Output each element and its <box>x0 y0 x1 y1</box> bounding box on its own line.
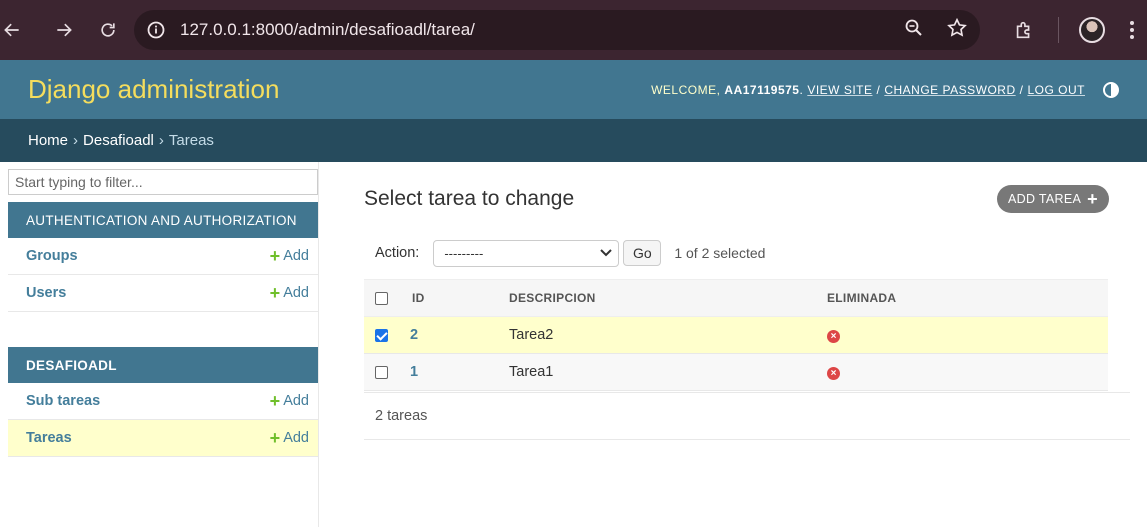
row-id-link[interactable]: 1 <box>410 364 418 380</box>
welcome-text: WELCOME, <box>651 82 721 97</box>
site-header: Django administration WELCOME, AA1711957… <box>0 60 1147 119</box>
plus-icon: + <box>1087 188 1098 209</box>
plus-icon: + <box>269 428 281 448</box>
add-tarea-button[interactable]: ADD TAREA + <box>997 185 1109 213</box>
column-header-id[interactable]: ID <box>399 280 509 317</box>
go-button[interactable]: Go <box>623 240 662 266</box>
plus-icon: + <box>269 391 281 411</box>
id-cell: 2 <box>399 317 509 354</box>
add-link[interactable]: + Add <box>270 284 309 302</box>
add-label[interactable]: Add <box>283 393 309 409</box>
descripcion-cell: Tarea2 <box>509 327 554 343</box>
sidebar-item-sub-tareas: Sub tareas + Add <box>8 383 318 420</box>
info-icon[interactable] <box>136 20 176 40</box>
sidebar-item-label[interactable]: Tareas <box>26 430 72 446</box>
action-label: Action: <box>375 245 420 261</box>
column-header-descripcion[interactable]: DESCRIPCION <box>509 280 827 317</box>
extensions-icon[interactable] <box>998 19 1050 41</box>
row-checkbox-cell <box>364 317 399 354</box>
separator: / <box>1019 82 1024 97</box>
user-tools: WELCOME, AA17119575. VIEW SITE / CHANGE … <box>651 81 1119 98</box>
module-caption[interactable]: AUTHENTICATION AND AUTHORIZATION <box>8 202 318 238</box>
breadcrumb-current: Tareas <box>168 132 214 149</box>
site-brand[interactable]: Django administration <box>28 74 279 105</box>
row-id-link[interactable]: 2 <box>410 327 418 343</box>
column-header-eliminada[interactable]: ELIMINADA <box>827 280 1108 317</box>
eliminada-cell: × <box>827 354 1108 391</box>
reload-icon[interactable] <box>86 0 130 60</box>
add-link[interactable]: + Add <box>270 429 309 447</box>
menu-icon[interactable] <box>1117 20 1147 40</box>
module-auth: AUTHENTICATION AND AUTHORIZATION Groups … <box>8 202 318 312</box>
table-row[interactable]: 2 Tarea2 × <box>364 316 1108 354</box>
result-table: ID DESCRIPCION ELIMINADA 2 Tarea2 × 1 Ta… <box>364 279 1108 391</box>
eliminada-cell: × <box>827 317 1108 354</box>
chevron-down-icon <box>600 249 613 257</box>
selected-count: 1 of 2 selected <box>674 245 766 261</box>
module-caption[interactable]: DESAFIOADL <box>8 347 318 383</box>
profile-avatar[interactable] <box>1079 17 1105 43</box>
browser-toolbar: 127.0.0.1:8000/admin/desafioadl/tarea/ <box>0 0 1147 60</box>
forward-icon[interactable] <box>42 0 86 60</box>
select-all-cell <box>364 280 399 317</box>
username: AA17119575 <box>724 82 800 97</box>
content-main: Select tarea to change ADD TAREA + Actio… <box>319 162 1147 527</box>
false-icon: × <box>827 330 840 343</box>
url-text[interactable]: 127.0.0.1:8000/admin/desafioadl/tarea/ <box>180 20 475 40</box>
theme-toggle-icon[interactable] <box>1103 81 1119 98</box>
row-checkbox[interactable] <box>375 328 388 342</box>
sidebar-item-tareas: Tareas + Add <box>8 420 318 457</box>
table-header-row: ID DESCRIPCION ELIMINADA <box>364 279 1108 317</box>
sidebar-item-users: Users + Add <box>8 275 318 312</box>
add-label[interactable]: Add <box>283 285 309 301</box>
id-cell: 1 <box>399 354 509 391</box>
breadcrumb-home[interactable]: Home <box>28 132 68 149</box>
action-selected-value: --------- <box>444 245 484 261</box>
row-checkbox[interactable] <box>375 365 388 379</box>
view-site-link[interactable]: VIEW SITE <box>807 83 872 97</box>
select-all-checkbox[interactable] <box>375 292 388 306</box>
breadcrumb-separator: › <box>158 132 164 149</box>
plus-icon: + <box>269 246 281 266</box>
zoom-icon[interactable] <box>904 18 924 42</box>
add-link[interactable]: + Add <box>270 247 309 265</box>
result-count: 2 tareas <box>364 392 1130 440</box>
row-checkbox-cell <box>364 354 399 391</box>
actions-bar: Action: --------- Go 1 of 2 selected <box>364 234 1108 272</box>
log-out-link[interactable]: LOG OUT <box>1027 83 1085 97</box>
breadcrumb: Home › Desafioadl › Tareas <box>0 119 1147 162</box>
sidebar-item-label[interactable]: Groups <box>26 248 78 264</box>
nav-sidebar: Start typing to filter... AUTHENTICATION… <box>0 162 319 527</box>
add-label[interactable]: Add <box>283 430 309 446</box>
plus-icon: + <box>269 283 281 303</box>
add-label[interactable]: Add <box>283 248 309 264</box>
table-row[interactable]: 1 Tarea1 × <box>364 353 1108 391</box>
sidebar-item-label[interactable]: Users <box>26 285 66 301</box>
toolbar-divider <box>1058 17 1059 43</box>
address-bar[interactable]: 127.0.0.1:8000/admin/desafioadl/tarea/ <box>134 10 980 50</box>
add-link[interactable]: + Add <box>270 392 309 410</box>
descripcion-cell: Tarea1 <box>509 364 554 380</box>
module-desafioadl: DESAFIOADL Sub tareas + Add Tareas + Add <box>8 347 318 457</box>
nav-filter-input[interactable]: Start typing to filter... <box>8 169 318 195</box>
change-password-link[interactable]: CHANGE PASSWORD <box>884 83 1015 97</box>
separator: / <box>876 82 881 97</box>
back-icon[interactable] <box>0 0 24 60</box>
action-select[interactable]: --------- <box>433 239 620 267</box>
breadcrumb-app[interactable]: Desafioadl <box>83 132 154 149</box>
add-tarea-label[interactable]: ADD TAREA <box>1008 192 1081 206</box>
breadcrumb-separator: › <box>73 132 79 149</box>
sidebar-item-label[interactable]: Sub tareas <box>26 393 100 409</box>
false-icon: × <box>827 367 840 380</box>
sidebar-item-groups: Groups + Add <box>8 238 318 275</box>
star-icon[interactable] <box>946 17 968 43</box>
